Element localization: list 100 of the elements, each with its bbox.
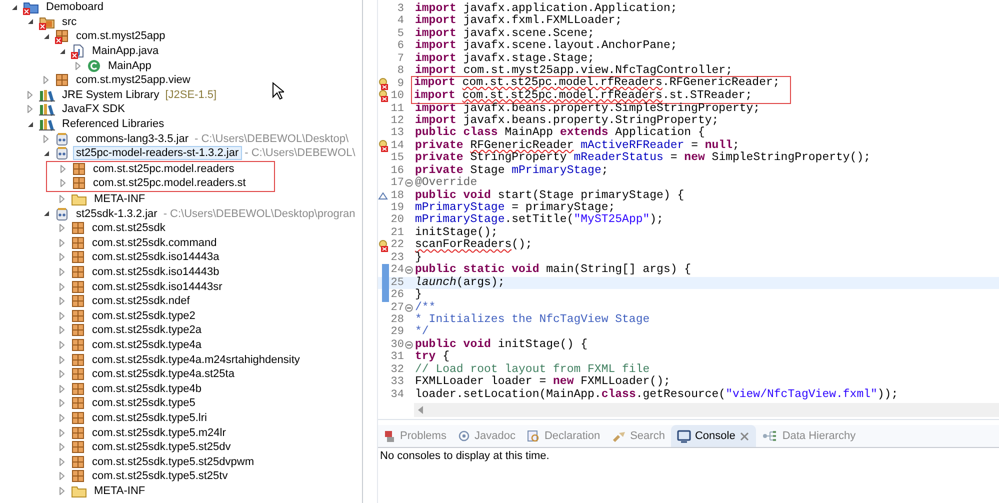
tree-row[interactable]: com.st.st25sdk.type2 [0, 308, 362, 324]
tree-item-label[interactable]: JavaFX SDK [60, 103, 127, 116]
tree-row[interactable]: st25sdk-1.3.2.jar - C:\Users\DEBEWOL\Desktop\progran [0, 206, 362, 221]
tree-row[interactable]: com.st.st25sdk [0, 220, 362, 236]
override-marker-icon[interactable] [378, 192, 388, 200]
error-marker-icon[interactable] [378, 140, 390, 152]
close-icon[interactable] [739, 430, 750, 442]
tree-item-label[interactable]: commons-lang3-3.5.jar [74, 132, 190, 145]
problems-icon [384, 430, 396, 442]
tree-row[interactable]: com.st.st25sdk.type5 [0, 396, 362, 411]
tree-row[interactable]: Referenced Libraries [0, 116, 362, 132]
tree-item-label[interactable]: com.st.st25sdk.type4a [90, 338, 204, 351]
code-line: private Stage mPrimaryStage; [414, 164, 608, 177]
tree-item-label[interactable]: com.st.st25pc.model.readers.st [91, 177, 248, 190]
tree-item-label[interactable]: com.st.st25sdk.type5.st25tv [90, 470, 230, 482]
tree-item-label[interactable]: com.st.st25sdk.type5.st25dv [90, 441, 233, 454]
tree-item-label[interactable]: META-INF [92, 193, 148, 206]
tree-item-label[interactable]: com.st.st25sdk.command [90, 236, 219, 249]
error-marker-icon[interactable] [378, 90, 390, 102]
tree-item-label[interactable]: com.st.st25sdk.type5 [90, 397, 198, 410]
tree-item-label[interactable]: com.st.myst25app [74, 30, 168, 42]
tree-row[interactable]: com.st.st25sdk.type4a.m24srtahighdensity [0, 352, 362, 367]
tree-item-label[interactable]: MainApp.java [90, 45, 161, 58]
tree-item-label[interactable]: st25sdk-1.3.2.jar [74, 208, 160, 220]
fold-toggle-icon[interactable] [404, 341, 412, 350]
tree-row[interactable]: com.st.st25sdk.iso14443b [0, 264, 362, 280]
tree-item-label[interactable]: com.st.st25sdk.iso14443sr [90, 280, 224, 293]
fold-toggle-icon[interactable] [404, 266, 412, 274]
tree-row[interactable]: MainApp.java [0, 44, 362, 58]
tree-row[interactable]: com.st.st25sdk.ndef [0, 294, 362, 308]
package-icon [71, 294, 85, 308]
tree-row[interactable]: com.st.st25sdk.type2a [0, 323, 362, 338]
tree-row[interactable]: com.st.st25pc.model.readers.st [47, 176, 274, 191]
line-number: 19 [390, 202, 404, 214]
tree-row[interactable]: com.st.st25sdk.type5.st25dvpwm [0, 454, 362, 469]
console-icon [676, 430, 691, 442]
tree-row[interactable]: src [0, 14, 362, 30]
tree-item-label[interactable]: src [60, 16, 79, 28]
error-marker-icon[interactable] [378, 240, 390, 252]
code-line: public void initStage() { [414, 338, 588, 351]
scroll-left-icon[interactable] [418, 406, 424, 414]
tree-item-label[interactable]: st25pc-model-readers-st-1.3.2.jar [74, 147, 241, 160]
line-number: 13 [390, 127, 404, 140]
tree-item-label[interactable]: com.st.st25pc.model.readers [91, 162, 236, 175]
tree-row[interactable]: com.st.st25sdk.type5.lri [0, 410, 362, 426]
tree-row[interactable]: com.st.st25sdk.type5.st25dv [0, 440, 362, 454]
tree-item-label[interactable]: com.st.st25sdk.type5.m24lr [90, 426, 228, 439]
horizontal-scrollbar[interactable] [414, 403, 999, 417]
tree-item-label[interactable]: Demoboard [44, 1, 106, 14]
tree-item-label[interactable]: com.st.myst25app.view [74, 74, 192, 86]
tree-item-label[interactable]: com.st.st25sdk.type2 [90, 310, 198, 322]
line-number: 24 [390, 264, 404, 277]
line-number: 22 [390, 239, 404, 252]
line-number: 21 [390, 226, 404, 240]
tree-item-label[interactable]: com.st.st25sdk [90, 222, 168, 234]
line-number: 25 [390, 276, 404, 290]
tree-row[interactable]: com.st.st25sdk.iso14443a [0, 250, 362, 265]
tree-row[interactable]: com.st.myst25app [0, 29, 362, 44]
line-number: 11 [390, 102, 404, 115]
tree-item-label[interactable]: META-INF [92, 484, 148, 497]
tree-row[interactable]: com.st.st25sdk.type4a [0, 338, 362, 352]
view-tab[interactable]: Console [670, 425, 756, 447]
tree-row[interactable]: MainApp [0, 58, 362, 73]
line-number: 32 [390, 364, 404, 376]
line-number: 30 [390, 338, 404, 352]
tree-item-label[interactable]: com.st.st25sdk.type4b [90, 382, 204, 395]
tree-item-label[interactable]: Referenced Libraries [60, 118, 166, 130]
tree-row[interactable]: com.st.st25pc.model.readers [47, 162, 274, 176]
tree-row[interactable]: JRE System Library [J2SE-1.5] [0, 88, 362, 102]
tree-row[interactable]: com.st.st25sdk.type4a.st25ta [0, 366, 362, 382]
tree-item-label[interactable]: com.st.st25sdk.type4a.st25ta [90, 368, 236, 380]
tree-item-label[interactable]: com.st.st25sdk.iso14443a [90, 251, 222, 264]
tree-row[interactable]: Demoboard [0, 0, 362, 15]
fold-toggle-icon[interactable] [404, 179, 412, 188]
tree-item-label[interactable]: com.st.st25sdk.type5.lri [90, 412, 209, 424]
tree-item-label[interactable]: com.st.st25sdk.ndef [90, 295, 192, 308]
tree-item-label[interactable]: MainApp [106, 60, 154, 72]
tree-row[interactable]: com.st.myst25app.view [0, 72, 362, 88]
tree-item-label[interactable]: JRE System Library [60, 88, 162, 101]
tree-row[interactable]: META-INF [0, 484, 362, 498]
tree-row[interactable]: st25pc-model-readers-st-1.3.2.jar - C:\Users\DEBEWOL\ [0, 146, 362, 161]
tree-item-label[interactable]: com.st.st25sdk.type5.st25dvpwm [90, 456, 256, 468]
code-line: mPrimaryStage.setTitle("MyST25App"); [414, 214, 664, 226]
tree-row[interactable]: commons-lang3-3.5.jar - C:\Users\DEBEWOL\Desktop\ [0, 131, 362, 146]
tree-row[interactable]: META-INF [0, 192, 362, 206]
tree-row[interactable]: com.st.st25sdk.type5.st25tv [0, 469, 362, 484]
tree-row[interactable]: com.st.st25sdk.command [0, 236, 362, 250]
tree-row[interactable]: com.st.st25sdk.iso14443sr [0, 279, 362, 294]
tree-row[interactable]: JavaFX SDK [0, 102, 362, 117]
console-message: No consoles to display at this time. [379, 449, 550, 464]
fold-toggle-icon[interactable] [404, 304, 412, 312]
code-line: import com.st.st25pc.model.rfReaders.st.STReader; [413, 90, 752, 102]
error-marker-icon[interactable] [378, 78, 390, 90]
library-icon [39, 117, 55, 132]
line-number: 20 [390, 214, 404, 227]
tree-item-label[interactable]: com.st.st25sdk.iso14443b [90, 266, 222, 278]
tree-row[interactable]: com.st.st25sdk.type5.m24lr [0, 425, 362, 440]
tree-item-label[interactable]: com.st.st25sdk.type4a.m24srtahighdensity [90, 354, 302, 366]
tree-row[interactable]: com.st.st25sdk.type4b [0, 381, 362, 396]
tree-item-label[interactable]: com.st.st25sdk.type2a [90, 324, 204, 336]
